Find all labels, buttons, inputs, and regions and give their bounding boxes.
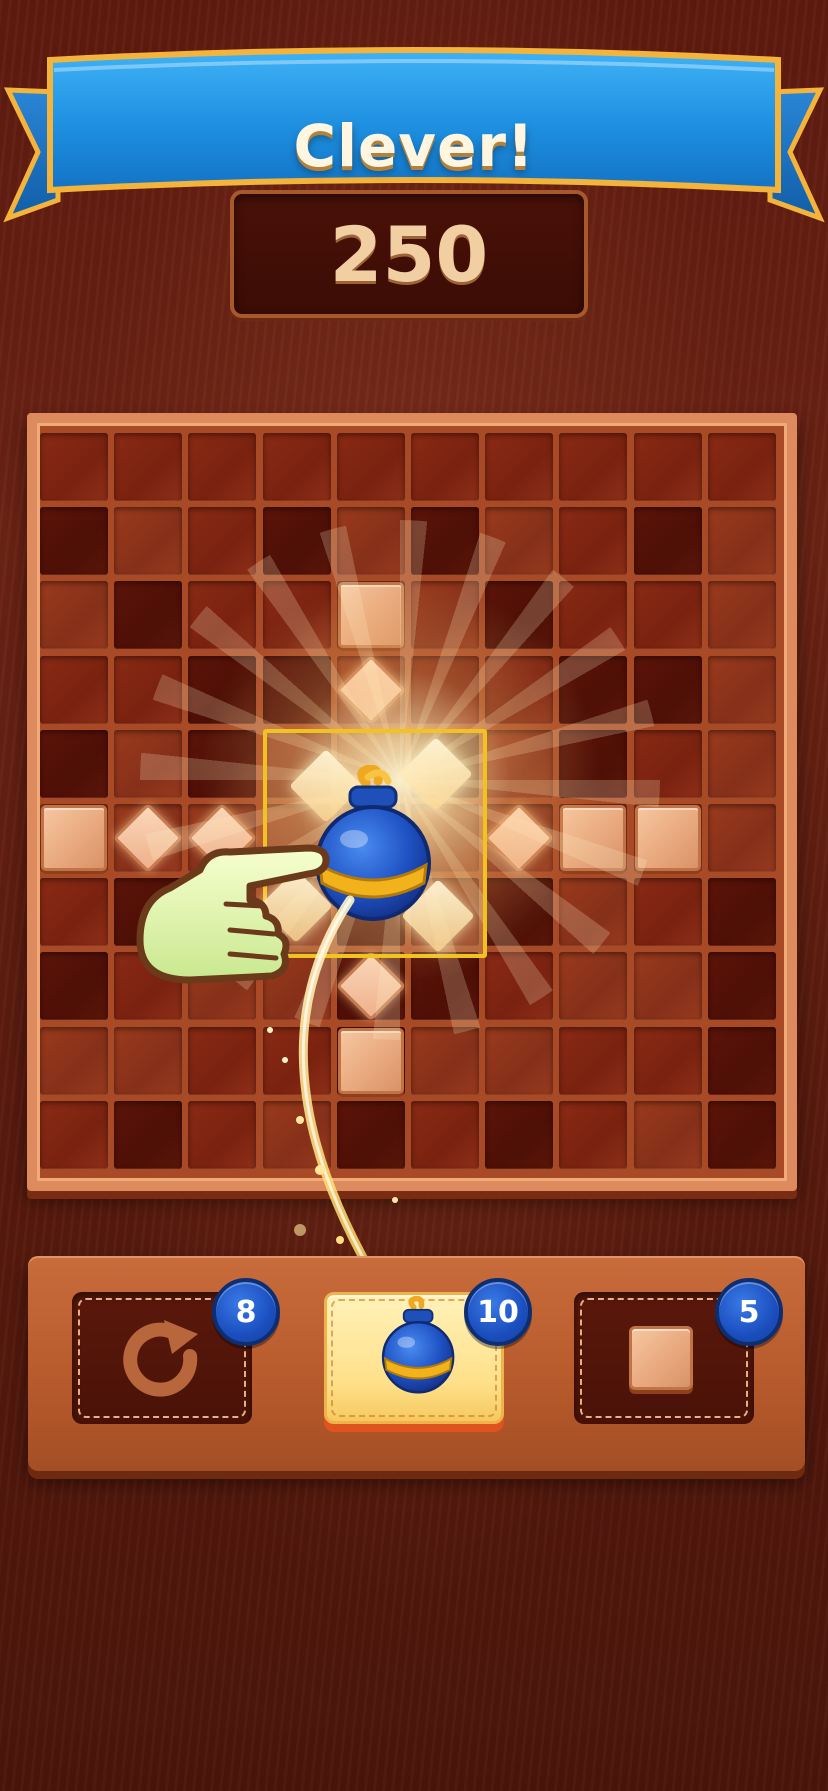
board-cell[interactable] <box>707 804 776 872</box>
board-cell[interactable] <box>336 507 405 576</box>
board-cell[interactable] <box>114 729 183 798</box>
board-cell[interactable] <box>559 878 628 947</box>
board-cell[interactable] <box>559 581 628 650</box>
score-panel: 250 <box>230 190 588 318</box>
board-cell[interactable] <box>633 1026 702 1095</box>
banner-title: Clever! <box>293 112 535 180</box>
wood-block <box>560 805 627 871</box>
board-cell[interactable] <box>262 581 331 650</box>
board-cell[interactable] <box>559 952 628 1021</box>
board-cell[interactable] <box>262 507 331 576</box>
board-cell[interactable] <box>707 729 776 798</box>
board-cell[interactable] <box>485 655 554 724</box>
board-cell[interactable] <box>411 433 479 501</box>
board-cell[interactable] <box>633 581 702 650</box>
board-cell[interactable] <box>411 581 479 650</box>
board-cell[interactable] <box>559 433 628 501</box>
board-cell[interactable] <box>411 1100 479 1169</box>
bomb-icon <box>381 1296 455 1394</box>
board-cell[interactable] <box>188 507 257 576</box>
board-cell[interactable] <box>411 655 479 724</box>
board-cell[interactable] <box>40 878 108 947</box>
board-cell[interactable] <box>114 1026 183 1095</box>
board-cell[interactable] <box>633 507 702 576</box>
board-cell[interactable] <box>40 729 108 798</box>
board-cell[interactable] <box>188 655 257 724</box>
board-cell[interactable] <box>559 1100 628 1169</box>
board-cell[interactable] <box>188 729 257 798</box>
board-cell[interactable] <box>188 581 257 650</box>
wood-block <box>337 582 404 649</box>
board-cell[interactable] <box>707 581 776 650</box>
board-cell[interactable] <box>114 433 183 501</box>
undo-icon <box>123 1320 198 1397</box>
board-cell[interactable] <box>411 507 479 576</box>
board-cell[interactable] <box>485 729 554 798</box>
board-cell[interactable] <box>40 1100 108 1169</box>
board-cell[interactable] <box>559 655 628 724</box>
board-cell[interactable] <box>40 1026 108 1095</box>
board-cell[interactable] <box>485 878 554 947</box>
board-cell[interactable] <box>40 581 108 650</box>
board-cell[interactable] <box>707 878 776 947</box>
board-cell[interactable] <box>633 1100 702 1169</box>
board-cell[interactable] <box>707 1100 776 1169</box>
wood-block <box>337 1027 404 1094</box>
board-cell[interactable] <box>188 1026 257 1095</box>
block-icon <box>629 1326 693 1390</box>
board-cell[interactable] <box>262 1100 331 1169</box>
board-cell[interactable] <box>707 433 776 501</box>
board-cell[interactable] <box>114 507 183 576</box>
board-cell[interactable] <box>411 1026 479 1095</box>
wood-block <box>41 805 107 871</box>
board-cell[interactable] <box>40 655 108 724</box>
board-cell[interactable] <box>188 1100 257 1169</box>
board-cell[interactable] <box>485 1026 554 1095</box>
board-cell[interactable] <box>485 507 554 576</box>
board-cell[interactable] <box>633 878 702 947</box>
board-cell[interactable] <box>485 952 554 1021</box>
board-cell[interactable] <box>40 952 108 1021</box>
board-cell[interactable] <box>707 507 776 576</box>
board-cell[interactable] <box>485 581 554 650</box>
board-cell[interactable] <box>633 433 702 501</box>
board-cell[interactable] <box>336 1100 405 1169</box>
board-cell[interactable] <box>114 581 183 650</box>
board-cell[interactable] <box>336 433 405 501</box>
board-cell[interactable] <box>559 729 628 798</box>
board-cell[interactable] <box>707 1026 776 1095</box>
board-cell[interactable] <box>485 433 554 501</box>
board-cell[interactable] <box>633 952 702 1021</box>
board-cell[interactable] <box>40 507 108 576</box>
wood-block <box>634 805 701 871</box>
bomb-count-badge: 10 <box>464 1278 532 1346</box>
score-value: 250 <box>329 209 489 299</box>
board-cell[interactable] <box>40 433 108 501</box>
board-cell[interactable] <box>262 1026 331 1095</box>
board-cell[interactable] <box>262 655 331 724</box>
board-cell[interactable] <box>262 433 331 501</box>
board-cell[interactable] <box>114 655 183 724</box>
block-count-badge: 5 <box>715 1278 783 1346</box>
undo-count-badge: 8 <box>212 1278 280 1346</box>
board-cell[interactable] <box>559 1026 628 1095</box>
board-cell[interactable] <box>411 952 479 1021</box>
board-cell[interactable] <box>114 1100 183 1169</box>
hand-pointer-icon <box>136 844 330 984</box>
board-cell[interactable] <box>188 433 257 501</box>
board-cell[interactable] <box>707 655 776 724</box>
board-cell[interactable] <box>633 729 702 798</box>
board-cell[interactable] <box>633 655 702 724</box>
board-cell[interactable] <box>559 507 628 576</box>
board-cell[interactable] <box>485 1100 554 1169</box>
board-cell[interactable] <box>707 952 776 1021</box>
